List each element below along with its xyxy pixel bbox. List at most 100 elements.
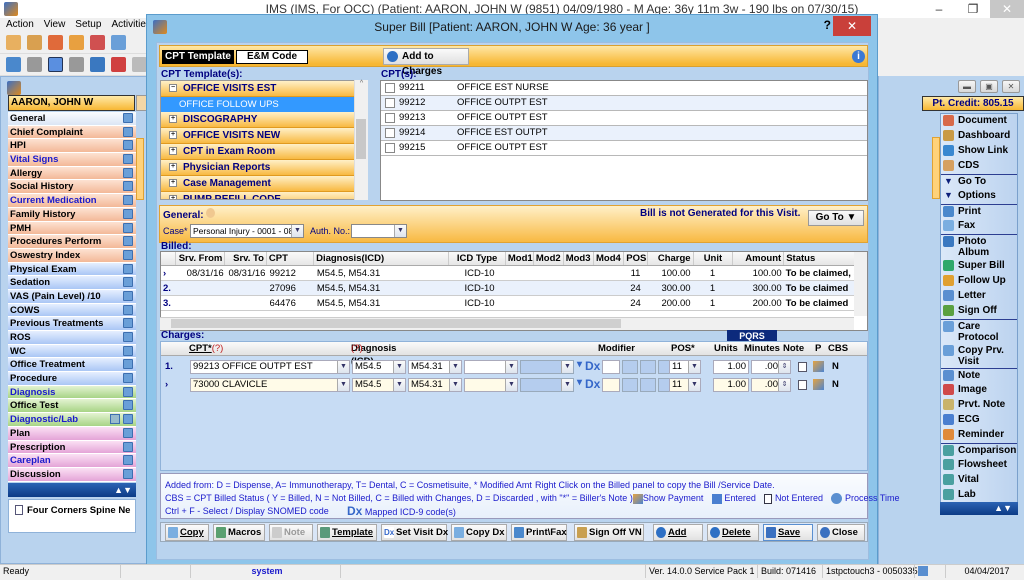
close-window-button[interactable]: ✕: [990, 0, 1024, 18]
billed-column-header[interactable]: Mod3: [564, 252, 594, 265]
sidebar-item-vital-signs[interactable]: Vital Signs: [8, 153, 136, 167]
stepper-icon[interactable]: ⇕: [778, 361, 790, 373]
doctor-icon[interactable]: [27, 35, 42, 50]
sidebar-action-fax[interactable]: Fax: [941, 219, 1017, 234]
minimize-button[interactable]: –: [922, 0, 956, 18]
sidebar-item-physical-exam[interactable]: Physical Exam: [8, 262, 136, 277]
chevron-down-icon[interactable]: ▼: [688, 379, 700, 391]
print-fax-button[interactable]: Print\Fax: [511, 524, 567, 541]
billed-column-header[interactable]: POS: [624, 252, 649, 265]
sidebar-action-copy-prv-visit[interactable]: Copy Prv. Visit: [941, 344, 1017, 368]
edit-section-icon[interactable]: [123, 181, 133, 192]
edit-section-icon[interactable]: [123, 222, 133, 233]
template-group[interactable]: + DISCOGRAPHY: [161, 112, 367, 128]
panel-minimize-button[interactable]: ▬: [958, 80, 976, 93]
modifier-2-field[interactable]: [622, 360, 638, 374]
billed-row[interactable]: › 08/31/16 08/31/16 99212 M54.5, M54.31 ICD-1…: [161, 266, 867, 281]
billed-vertical-scrollbar[interactable]: [854, 252, 867, 316]
right-panel-collapse-handle[interactable]: [932, 137, 940, 199]
note-button[interactable]: Note: [269, 524, 313, 541]
visit-icon[interactable]: [48, 57, 63, 72]
template-group[interactable]: + Case Management: [161, 176, 367, 192]
diagnosis-2-select[interactable]: M54.31 ▼: [408, 360, 462, 374]
auth-no-select[interactable]: ▼: [351, 224, 407, 238]
billed-column-header[interactable]: Amount: [733, 252, 785, 265]
diagnosis-2-select[interactable]: M54.31 ▼: [408, 378, 462, 392]
chevron-down-icon[interactable]: ▼: [561, 361, 573, 373]
add-to-charges-button[interactable]: Add to Charges: [383, 48, 469, 77]
edit-section-icon[interactable]: [123, 304, 133, 315]
sidebar-action-prvt-note[interactable]: Prvt. Note: [941, 398, 1017, 413]
diagnosis-3-select[interactable]: ▼: [464, 378, 518, 392]
cpt-checkbox[interactable]: [385, 98, 395, 108]
sidebar-item-sedation[interactable]: Sedation: [8, 276, 136, 290]
help-button[interactable]: ?: [824, 18, 831, 32]
set-visit-dx-button[interactable]: Dx Set Visit Dx: [381, 524, 448, 541]
back-icon[interactable]: [27, 57, 42, 72]
cpt-help-link[interactable]: (?): [212, 342, 224, 355]
dx-mapped-icon[interactable]: Dx: [585, 359, 600, 373]
tab-em-code[interactable]: E&M Code: [236, 50, 308, 64]
expand-icon[interactable]: +: [169, 115, 177, 124]
sidebar-item-chief-complaint[interactable]: Chief Complaint: [8, 125, 136, 140]
template-button[interactable]: Template: [317, 524, 377, 541]
sidebar-item-ros[interactable]: ROS: [8, 331, 136, 345]
sidebar-item-previous-treatments[interactable]: Previous Treatments: [8, 317, 136, 331]
expand-icon[interactable]: +: [169, 131, 177, 140]
delete-button[interactable]: Delete: [707, 524, 759, 541]
chevron-down-icon[interactable]: ▼: [449, 361, 461, 373]
units-field[interactable]: 1.00: [713, 360, 749, 374]
chevron-down-icon[interactable]: ▼: [337, 379, 349, 391]
sidebar-item-procedures-perform[interactable]: Procedures Perform: [8, 235, 136, 249]
chevron-down-icon[interactable]: ▼: [393, 361, 405, 373]
modifier-2-field[interactable]: [622, 378, 638, 392]
tab-cpt-template[interactable]: CPT Template: [162, 50, 234, 64]
expand-icon[interactable]: +: [169, 179, 177, 188]
cpt-select[interactable]: 73000 CLAVICLE ▼: [190, 378, 350, 392]
chevron-down-icon[interactable]: ▼: [449, 379, 461, 391]
template-group[interactable]: + OFFICE VISITS NEW: [161, 128, 367, 144]
edit-section-icon[interactable]: [123, 345, 133, 356]
nav-icon[interactable]: [132, 57, 147, 72]
dialog-close-button[interactable]: ✕: [833, 16, 871, 36]
info-icon[interactable]: i: [852, 50, 865, 63]
chevron-down-icon[interactable]: ▼: [394, 225, 406, 237]
scroll-up-icon[interactable]: ^: [355, 80, 368, 87]
sidebar-item-general[interactable]: General: [8, 112, 136, 126]
close-button[interactable]: Close: [817, 524, 865, 541]
billed-row[interactable]: 2. 27096 M54.5, M54.31 ICD-10 24 300.00 1 300.0…: [161, 281, 867, 296]
sidebar-item-hpi[interactable]: HPI: [8, 139, 136, 154]
edit-section-icon[interactable]: [123, 126, 133, 137]
modifier-3-field[interactable]: [640, 378, 656, 392]
sidebar-item-plan[interactable]: Plan: [8, 426, 136, 441]
billed-column-header[interactable]: Mod1: [506, 252, 534, 265]
billed-column-header[interactable]: Diagnosis(ICD): [314, 252, 450, 265]
sidebar-action-reminder[interactable]: Reminder: [941, 428, 1017, 443]
modifier-3-field[interactable]: [640, 360, 656, 374]
sidebar-item-cows[interactable]: COWS: [8, 303, 136, 318]
stepper-icon[interactable]: ⇕: [778, 379, 790, 391]
billed-scroll-thumb[interactable]: [171, 319, 621, 328]
template-item[interactable]: OFFICE FOLLOW UPS: [161, 97, 367, 112]
billed-column-header[interactable]: ICD Type: [449, 252, 506, 265]
billed-column-header[interactable]: [161, 252, 177, 265]
chevron-down-icon[interactable]: ▼: [505, 361, 517, 373]
save-button[interactable]: Save: [763, 524, 813, 541]
sidebar-action-lab[interactable]: Lab: [941, 488, 1017, 503]
chevron-down-icon[interactable]: ▼: [337, 361, 349, 373]
billed-column-header[interactable]: Unit: [694, 252, 734, 265]
go-to-button[interactable]: Go To ▼: [808, 210, 864, 226]
expand-icon[interactable]: +: [169, 195, 177, 199]
minutes-stepper[interactable]: .00 ⇕: [751, 360, 791, 374]
units-field[interactable]: 1.00: [713, 378, 749, 392]
edit-section-icon[interactable]: [123, 263, 133, 274]
edit-section-icon[interactable]: [123, 290, 133, 301]
edit-section-icon[interactable]: [123, 167, 133, 178]
billed-column-header[interactable]: Mod4: [594, 252, 625, 265]
payment-icon[interactable]: [813, 379, 824, 390]
sidebar-action-ecg[interactable]: ECG: [941, 413, 1017, 428]
diagnosis-1-select[interactable]: M54.5 ▼: [352, 360, 406, 374]
edit-icon[interactable]: [48, 35, 63, 50]
menu-action[interactable]: Action: [6, 18, 34, 32]
lab-icon[interactable]: [110, 414, 120, 425]
